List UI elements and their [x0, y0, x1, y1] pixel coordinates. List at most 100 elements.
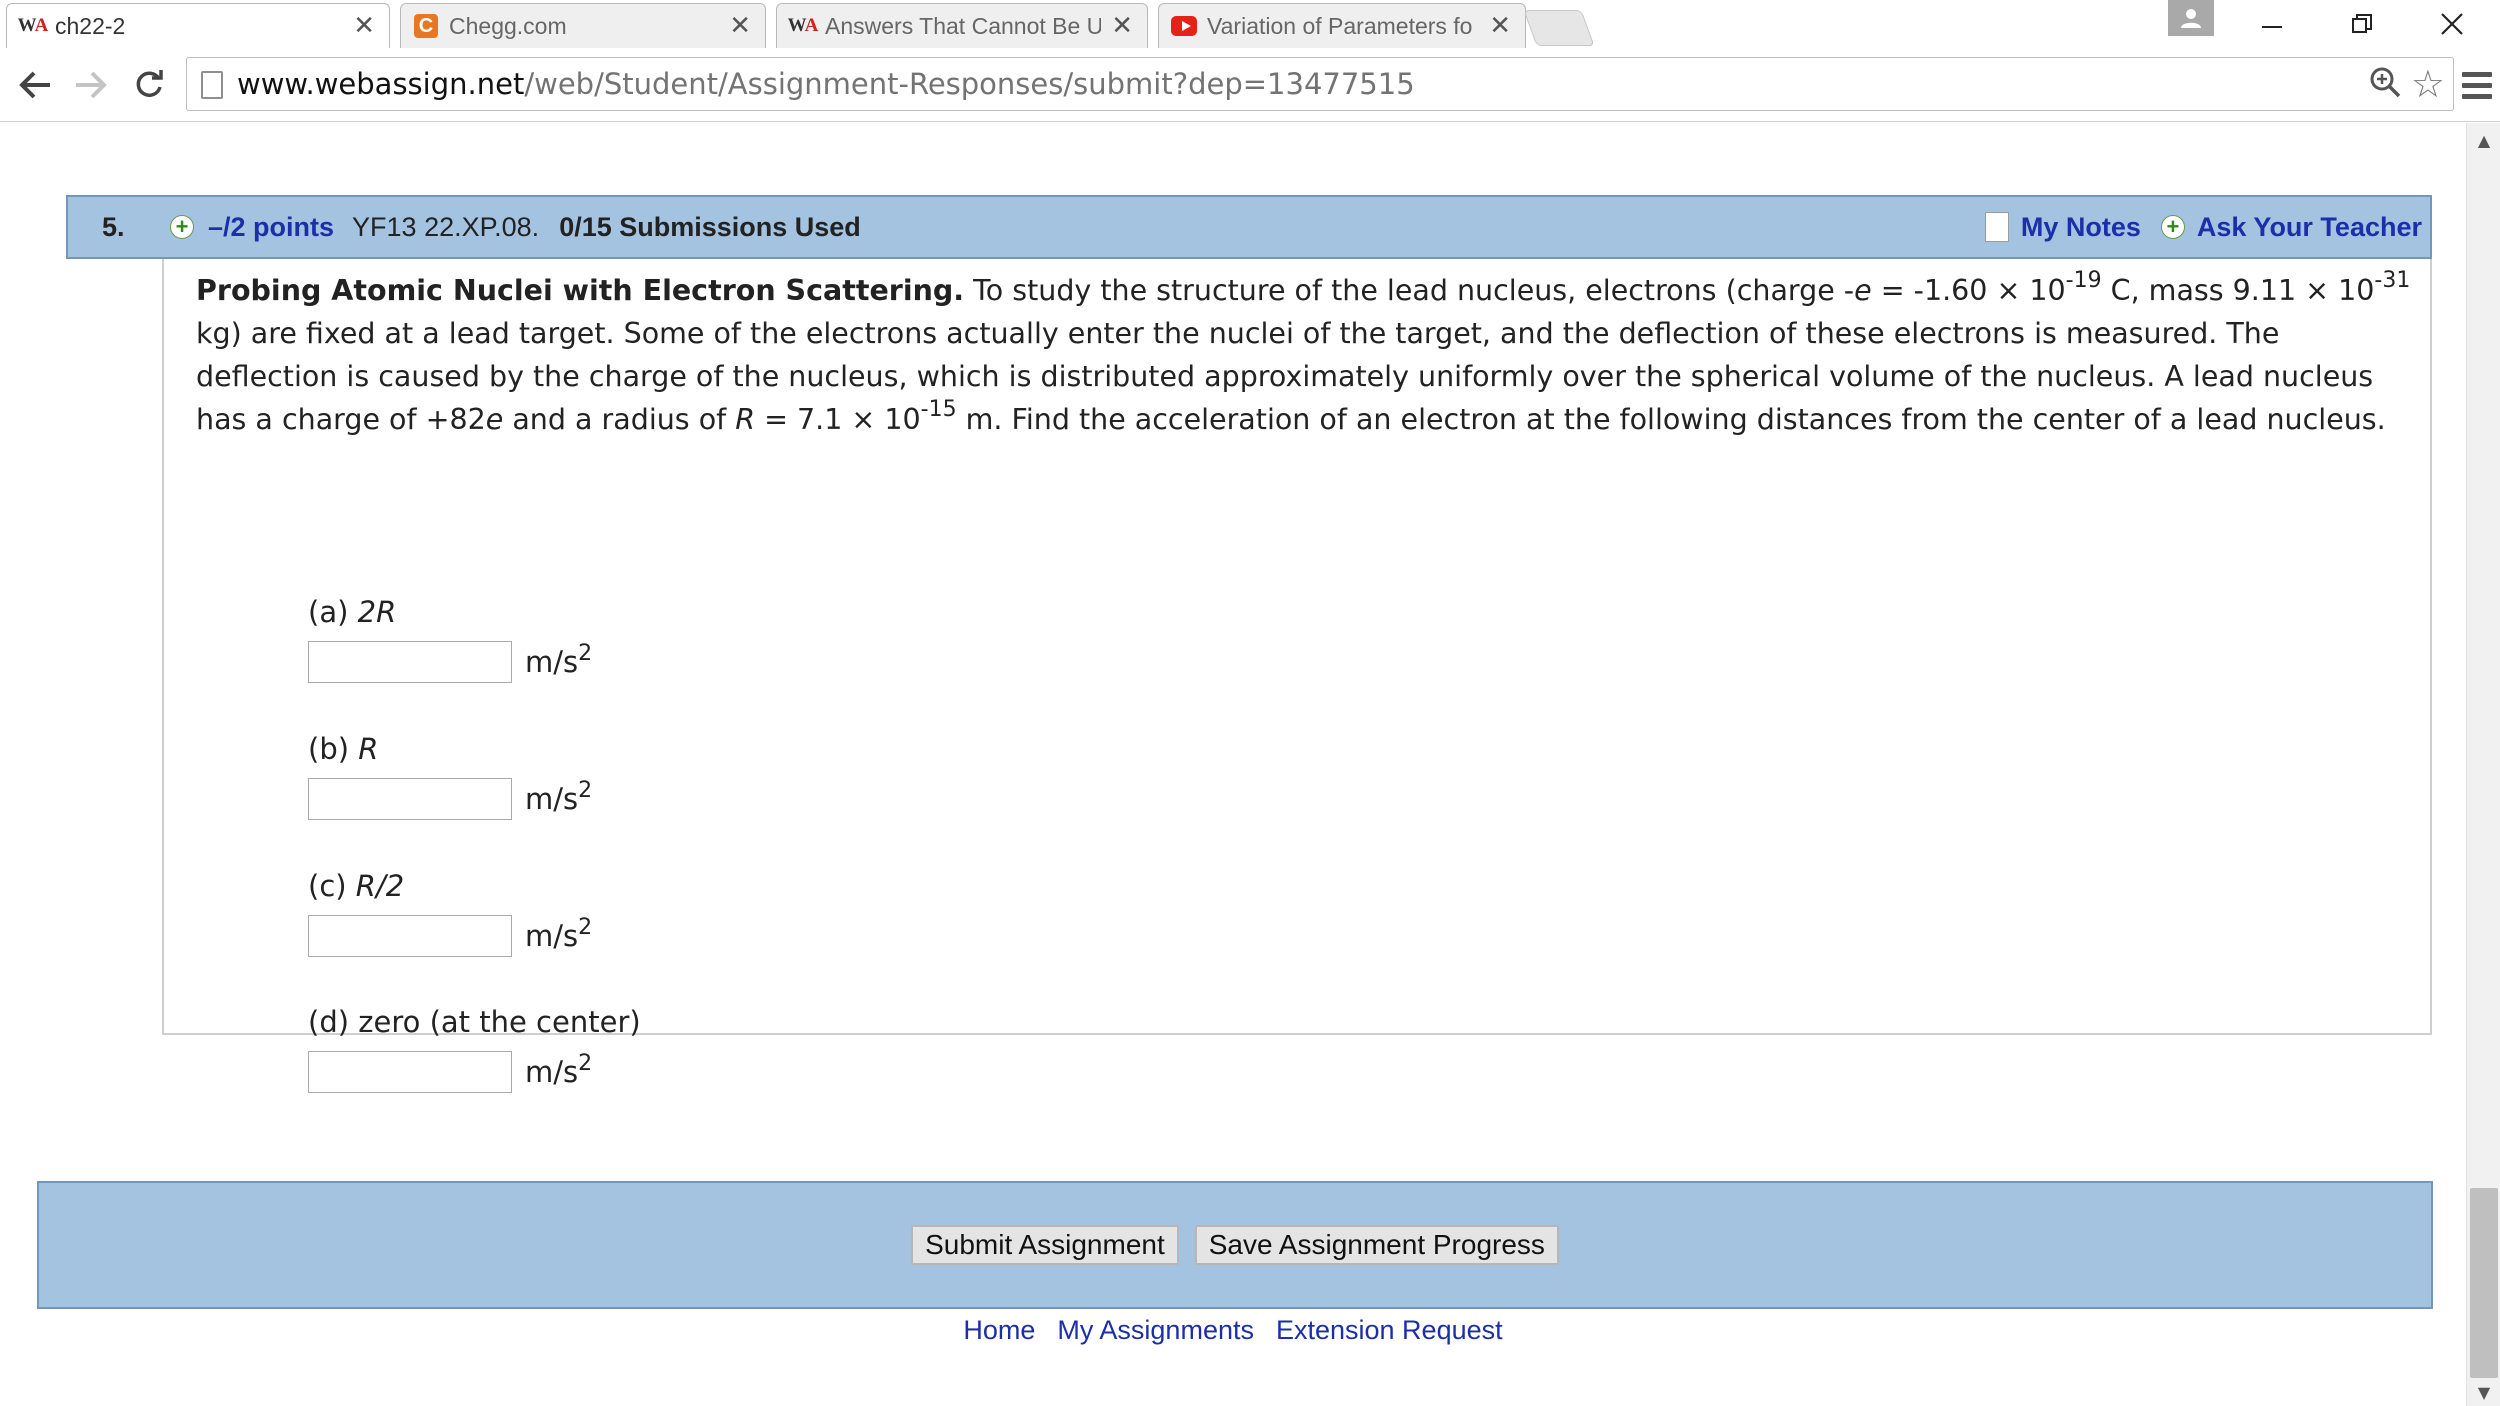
problem-title: Probing Atomic Nuclei with Electron Scat…	[196, 274, 965, 307]
unit-label: m/s2	[525, 1053, 592, 1090]
exponent: -31	[2374, 268, 2411, 293]
unit-label: m/s2	[525, 917, 592, 954]
question-code: YF13 22.XP.08.	[352, 211, 540, 242]
part-distance: zero (at the center)	[358, 1005, 641, 1039]
menu-bar-line	[2462, 71, 2492, 77]
save-progress-button[interactable]: Save Assignment Progress	[1194, 1225, 1559, 1265]
my-assignments-link[interactable]: My Assignments	[1057, 1315, 1254, 1346]
browser-toolbar: www.webassign.net/web/Student/Assignment…	[0, 48, 2500, 122]
unit-text: m/s	[525, 919, 579, 953]
zoom-icon[interactable]	[2369, 66, 2401, 106]
reload-button[interactable]	[124, 60, 174, 110]
problem-text: m. Find the acceleration of an electron …	[956, 403, 2386, 436]
problem-text: and a radius of	[503, 403, 736, 436]
close-icon	[2441, 13, 2463, 35]
part-c: (c) R/2 m/s2	[308, 869, 592, 957]
menu-bar-line	[2462, 93, 2492, 99]
problem-statement: Probing Atomic Nuclei with Electron Scat…	[196, 269, 2416, 441]
tab-title: Variation of Parameters fo	[1207, 12, 1473, 39]
close-tab-icon[interactable]: ✕	[353, 11, 375, 41]
extension-request-link[interactable]: Extension Request	[1276, 1315, 1503, 1346]
note-page-icon[interactable]	[1984, 212, 2009, 242]
close-tab-icon[interactable]: ✕	[729, 11, 751, 41]
close-window-button[interactable]	[2412, 0, 2492, 48]
page-scrollbar[interactable]: ▲ ▼	[2466, 123, 2500, 1406]
answer-input-b[interactable]	[308, 778, 512, 820]
part-b: (b) R m/s2	[308, 732, 592, 820]
problem-text: = -1.60 × 10	[1871, 274, 2066, 307]
bookmark-star-icon[interactable]: ☆	[2411, 62, 2445, 106]
url-host: www.webassign.net	[237, 67, 525, 101]
url-path: /web/Student/Assignment-Responses/submit…	[524, 67, 1415, 101]
close-tab-icon[interactable]: ✕	[1111, 11, 1133, 41]
webassign-icon: WA	[17, 15, 49, 36]
assignment-actions-bar: Submit Assignment Save Assignment Progre…	[37, 1181, 2433, 1309]
points-link[interactable]: –/2 points	[208, 212, 334, 243]
part-letter: (a)	[308, 595, 358, 629]
tab-variation[interactable]: Variation of Parameters fo ✕	[1158, 3, 1526, 48]
back-button[interactable]	[10, 60, 60, 110]
problem-text: R	[735, 403, 756, 436]
ask-teacher-link[interactable]: Ask Your Teacher	[2197, 212, 2422, 243]
question-body: Probing Atomic Nuclei with Electron Scat…	[162, 259, 2432, 1093]
user-icon	[2181, 9, 2201, 28]
tab-answers[interactable]: WA Answers That Cannot Be U ✕	[776, 3, 1148, 48]
scroll-down-arrow-icon[interactable]: ▼	[2467, 1383, 2500, 1402]
answer-input-d[interactable]	[308, 1051, 512, 1093]
page-icon	[201, 71, 223, 99]
scrollbar-thumb[interactable]	[2470, 1188, 2498, 1378]
unit-label: m/s2	[525, 643, 592, 680]
minimize-icon	[2262, 26, 2282, 28]
tab-strip: WA ch22-2 ✕ C Chegg.com ✕ WA Answers Tha…	[0, 0, 2500, 48]
restore-button[interactable]	[2322, 0, 2402, 48]
tab-chegg[interactable]: C Chegg.com ✕	[400, 3, 766, 48]
exponent: -19	[2065, 268, 2102, 293]
unit-exponent: 2	[578, 1051, 593, 1076]
unit-text: m/s	[525, 782, 579, 816]
part-letter: (d)	[308, 1005, 359, 1039]
back-arrow-icon	[19, 71, 50, 99]
ask-teacher-plus-icon[interactable]: +	[2160, 215, 2185, 239]
chrome-menu-button[interactable]	[2454, 60, 2500, 110]
answer-input-c[interactable]	[308, 915, 512, 957]
answer-row: m/s2	[308, 641, 592, 683]
expand-plus-icon[interactable]: +	[170, 215, 194, 239]
unit-exponent: 2	[578, 641, 593, 666]
submit-assignment-button[interactable]: Submit Assignment	[911, 1225, 1179, 1265]
youtube-icon	[1171, 13, 1197, 39]
footer-links: Home My Assignments Extension Request	[0, 1315, 2466, 1346]
address-bar[interactable]: www.webassign.net/web/Student/Assignment…	[186, 57, 2454, 111]
minimize-button[interactable]	[2232, 0, 2312, 48]
part-d: (d) zero (at the center) m/s2	[308, 1005, 641, 1093]
answer-row: m/s2	[308, 915, 592, 957]
close-tab-icon[interactable]: ✕	[1489, 11, 1511, 41]
webassign-icon: WA	[787, 15, 819, 36]
scroll-up-arrow-icon[interactable]: ▲	[2467, 131, 2500, 150]
part-distance: R	[358, 732, 379, 766]
unit-text: m/s	[525, 1055, 579, 1089]
tab-title: Chegg.com	[449, 12, 567, 39]
question-number: 5.	[102, 211, 125, 242]
part-label: (a) 2R	[308, 595, 396, 629]
part-distance: 2R	[357, 595, 397, 629]
menu-bar-line	[2462, 82, 2492, 88]
forward-button[interactable]	[66, 60, 116, 110]
answer-input-a[interactable]	[308, 641, 512, 683]
problem-text: = 7.1 × 10	[755, 403, 921, 436]
part-distance: R/2	[355, 869, 405, 903]
answer-row: m/s2	[308, 778, 592, 820]
tab-title: ch22-2	[55, 12, 126, 39]
restore-icon	[2352, 14, 2372, 33]
tab-ch22-2[interactable]: WA ch22-2 ✕	[6, 3, 390, 48]
question-meta: + –/2 points YF13 22.XP.08. 0/15 Submiss…	[170, 212, 861, 243]
answer-row: m/s2	[308, 1051, 592, 1093]
profile-button[interactable]	[2168, 0, 2214, 36]
unit-text: m/s	[525, 645, 579, 679]
url-text[interactable]: www.webassign.net/web/Student/Assignment…	[237, 67, 1415, 101]
part-label: (c) R/2	[308, 869, 404, 903]
my-notes-link[interactable]: My Notes	[2021, 212, 2141, 243]
new-tab-button[interactable]	[1523, 10, 1595, 46]
part-letter: (b)	[308, 732, 359, 766]
home-link[interactable]: Home	[963, 1315, 1035, 1346]
problem-text: e	[485, 403, 504, 436]
